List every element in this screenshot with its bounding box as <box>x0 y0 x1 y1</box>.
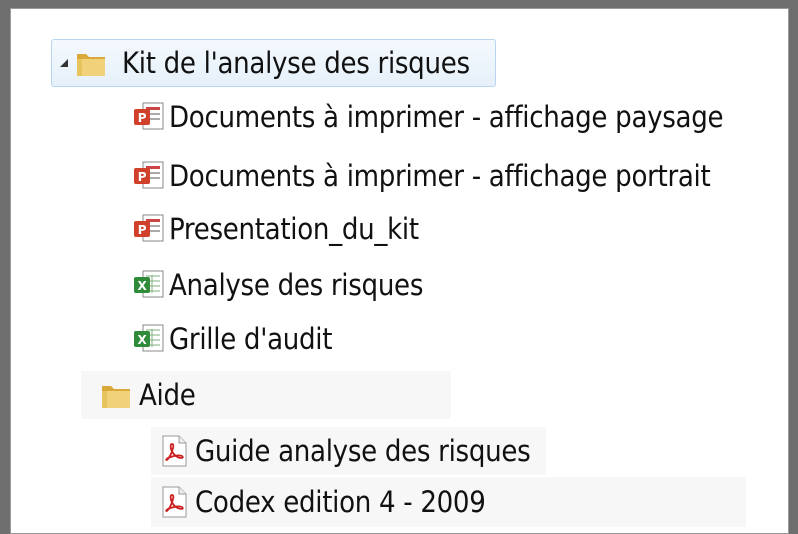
powerpoint-icon: P <box>134 102 164 130</box>
file-label: Guide analyse des risques <box>195 433 531 468</box>
svg-text:X: X <box>138 279 148 293</box>
tree-node-file[interactable]: X Grille d'audit <box>131 317 332 361</box>
file-label: Codex edition 4 - 2009 <box>195 484 486 519</box>
excel-icon: X <box>134 324 164 352</box>
expand-arrow-icon[interactable] <box>58 57 70 69</box>
svg-text:P: P <box>138 223 147 237</box>
file-label: Grille d'audit <box>169 321 333 356</box>
svg-text:P: P <box>138 111 147 125</box>
tree-node-file[interactable]: P Documents à imprimer - affichage paysa… <box>131 95 724 139</box>
tree-node-file[interactable]: P Presentation_du_kit <box>131 207 419 251</box>
tree-view: Kit de l'analyse des risques P Documents… <box>10 8 789 534</box>
tree-node-kit-analyse-risques[interactable]: Kit de l'analyse des risques <box>51 39 496 87</box>
tree-node-file[interactable]: P Documents à imprimer - affichage portr… <box>131 154 711 198</box>
tree-node-file[interactable]: X Analyse des risques <box>131 263 423 307</box>
tree-node-label: Kit de l'analyse des risques <box>122 45 470 80</box>
folder-icon <box>102 386 130 408</box>
pdf-icon <box>162 486 187 518</box>
file-label: Presentation_du_kit <box>169 211 419 246</box>
folder-label: Aide <box>139 377 196 412</box>
pdf-icon <box>162 435 187 467</box>
svg-text:P: P <box>138 170 147 184</box>
svg-text:X: X <box>138 333 148 347</box>
powerpoint-icon: P <box>134 214 164 242</box>
powerpoint-icon: P <box>134 161 164 189</box>
folder-icon <box>77 54 105 76</box>
tree-node-file[interactable]: Guide analyse des risques <box>151 427 546 475</box>
file-label: Documents à imprimer - affichage portrai… <box>169 158 711 193</box>
excel-icon: X <box>134 270 164 298</box>
file-label: Documents à imprimer - affichage paysage <box>169 99 724 134</box>
tree-node-aide[interactable]: Aide <box>81 371 451 419</box>
file-label: Analyse des risques <box>169 267 424 302</box>
tree-node-file[interactable]: Codex edition 4 - 2009 <box>151 477 746 527</box>
